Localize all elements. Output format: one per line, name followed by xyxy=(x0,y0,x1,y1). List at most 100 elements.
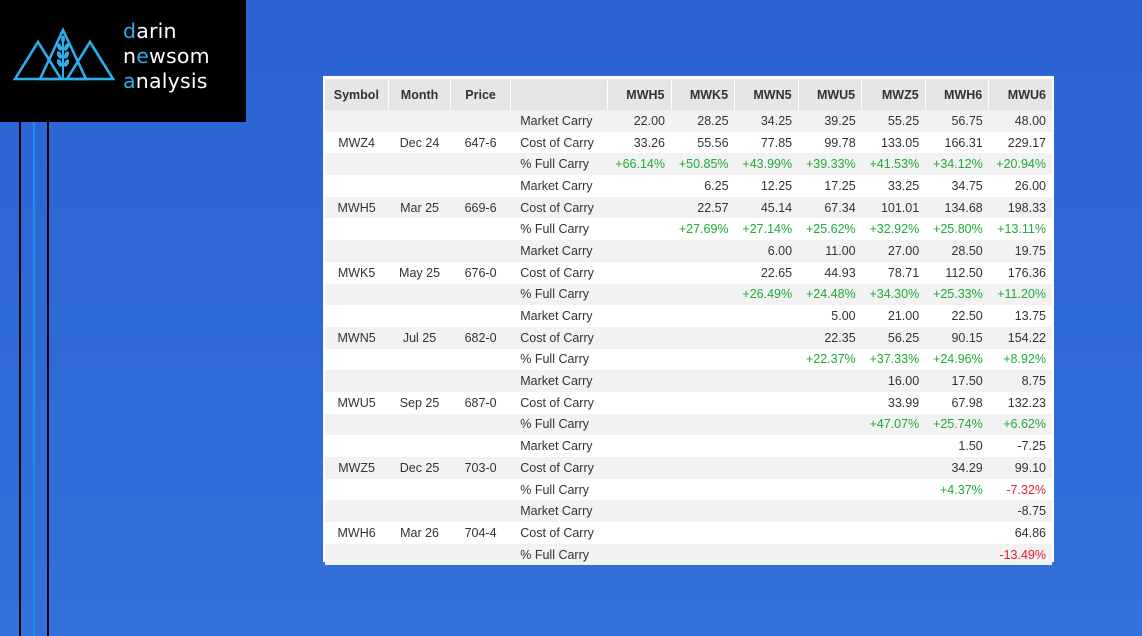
cell-symbol xyxy=(325,240,389,262)
table-row: Market Carry 1.50 -7.25 xyxy=(325,435,1052,457)
cell-symbol xyxy=(325,435,389,457)
header-mwh5: MWH5 xyxy=(607,79,672,110)
cell-value: +37.33% xyxy=(861,348,926,371)
cell-type: Market Carry xyxy=(510,370,608,392)
brand-logo: darin newsom analysis xyxy=(0,0,246,122)
brand-letter: n xyxy=(123,44,137,68)
cell-type: Market Carry xyxy=(510,305,608,327)
cell-month: Mar 26 xyxy=(388,522,451,544)
cell-value: 39.25 xyxy=(798,110,862,132)
table-row: MWH6 Mar 26 704-4 Cost of Carry 64.86 xyxy=(325,522,1052,544)
cell-value: 28.25 xyxy=(671,110,735,132)
cell-price: 682-0 xyxy=(450,326,511,349)
cell-value xyxy=(671,283,735,306)
brand-line-3: analysis xyxy=(123,69,210,94)
cell-symbol xyxy=(325,478,389,501)
cell-value xyxy=(671,326,735,349)
header-price: Price xyxy=(450,79,511,110)
cell-symbol: MWH6 xyxy=(325,522,389,544)
cell-value: +27.14% xyxy=(734,218,799,241)
cell-value: 56.25 xyxy=(861,326,926,349)
cell-value: 22.00 xyxy=(607,110,671,132)
cell-price: 703-0 xyxy=(450,457,511,479)
cell-price: 669-6 xyxy=(450,196,511,219)
cell-value: 19.75 xyxy=(988,240,1052,262)
cell-value: -7.25 xyxy=(988,435,1052,457)
cell-type: Market Carry xyxy=(510,175,608,197)
cell-value xyxy=(607,175,671,197)
cell-type: Market Carry xyxy=(510,500,608,523)
cell-value: +25.62% xyxy=(798,218,862,241)
cell-value xyxy=(925,522,989,544)
cell-value: 166.31 xyxy=(925,131,989,154)
cell-symbol xyxy=(325,370,389,392)
cell-value xyxy=(607,500,671,523)
cell-value: +24.48% xyxy=(798,283,862,306)
cell-value xyxy=(607,370,671,392)
cell-value: 16.00 xyxy=(861,370,926,392)
cell-value: 21.00 xyxy=(861,305,926,327)
cell-value: -7.32% xyxy=(988,478,1052,501)
cell-value: +66.14% xyxy=(607,153,671,176)
cell-value: -8.75 xyxy=(988,500,1052,523)
cell-type: Cost of Carry xyxy=(510,391,608,414)
cell-value: 112.50 xyxy=(925,261,989,284)
cell-price xyxy=(450,478,511,501)
cell-type: % Full Carry xyxy=(510,153,608,176)
cell-value: 27.00 xyxy=(861,240,926,262)
cell-value: +25.33% xyxy=(925,283,989,306)
cell-value: +41.53% xyxy=(861,153,926,176)
cell-type: % Full Carry xyxy=(510,413,608,436)
cell-value: 13.75 xyxy=(988,305,1052,327)
cell-month: Dec 24 xyxy=(388,131,451,154)
cell-symbol: MWZ4 xyxy=(325,131,389,154)
cell-value: +4.37% xyxy=(925,478,989,501)
cell-type: Market Carry xyxy=(510,435,608,457)
table-row: MWN5 Jul 25 682-0 Cost of Carry 22.35 56.25 90… xyxy=(325,326,1052,349)
cell-value xyxy=(798,478,862,501)
cell-value xyxy=(671,478,735,501)
cell-value: 11.00 xyxy=(798,240,862,262)
cell-value xyxy=(671,391,735,414)
cell-value xyxy=(798,435,862,457)
cell-value xyxy=(861,500,926,523)
table-row: Market Carry 5.00 21.00 22.50 13.75 xyxy=(325,305,1052,327)
cell-value: +13.11% xyxy=(988,218,1052,241)
table-row: % Full Carry +4.37% -7.32% xyxy=(325,478,1052,501)
decorative-line xyxy=(19,122,21,636)
table-row: % Full Carry +26.49% +24.48% +34.30% +25.33%… xyxy=(325,283,1052,306)
cell-type: Cost of Carry xyxy=(510,522,608,544)
cell-value xyxy=(607,348,671,371)
cell-type: % Full Carry xyxy=(510,348,608,371)
cell-symbol xyxy=(325,218,389,241)
cell-value: 28.50 xyxy=(925,240,989,262)
cell-month: Dec 25 xyxy=(388,457,451,479)
cell-value: 55.56 xyxy=(671,131,735,154)
table-row: % Full Carry -13.49% xyxy=(325,543,1052,566)
cell-price xyxy=(450,348,511,371)
cell-price: 704-4 xyxy=(450,522,511,544)
cell-value: 67.98 xyxy=(925,391,989,414)
cell-value xyxy=(671,500,735,523)
cell-value: -13.49% xyxy=(988,543,1052,566)
cell-value xyxy=(861,435,926,457)
table-row: MWH5 Mar 25 669-6 Cost of Carry 22.57 45.14 67… xyxy=(325,196,1052,219)
cell-price xyxy=(450,175,511,197)
cell-month: Mar 25 xyxy=(388,196,451,219)
decorative-line xyxy=(33,122,35,636)
cell-symbol xyxy=(325,500,389,523)
table-row: Market Carry -8.75 xyxy=(325,500,1052,523)
header-mwk5: MWK5 xyxy=(671,79,736,110)
cell-value: 154.22 xyxy=(988,326,1052,349)
cell-month xyxy=(388,240,451,262)
cell-value xyxy=(861,478,926,501)
cell-value xyxy=(925,500,989,523)
cell-symbol xyxy=(325,413,389,436)
cell-value: 134.68 xyxy=(925,196,989,219)
cell-price xyxy=(450,240,511,262)
table-row: Market Carry 6.00 11.00 27.00 28.50 19.75 xyxy=(325,240,1052,262)
header-type xyxy=(510,79,608,110)
cell-value: 229.17 xyxy=(988,131,1052,154)
brand-word: som xyxy=(165,44,210,68)
cell-symbol: MWH5 xyxy=(325,196,389,219)
